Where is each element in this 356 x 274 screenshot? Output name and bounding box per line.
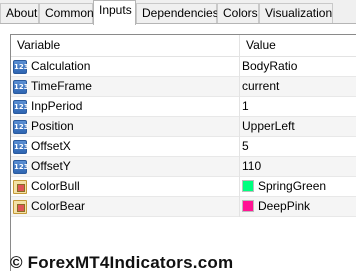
- number-type-icon: 123: [13, 80, 29, 94]
- input-name: TimeFrame: [31, 79, 92, 93]
- number-type-icon: 123: [13, 160, 29, 174]
- input-row-position[interactable]: 123 Position UpperLeft: [11, 117, 356, 137]
- input-name: ColorBull: [31, 179, 80, 193]
- input-row-timeframe[interactable]: 123 TimeFrame current: [11, 77, 356, 97]
- tab-colors[interactable]: Colors: [217, 3, 259, 23]
- input-row-colorbear[interactable]: ColorBear DeepPink: [11, 197, 356, 217]
- grid-header: Variable Value: [11, 35, 356, 57]
- cell-separator: [239, 57, 240, 77]
- cell-separator: [239, 117, 240, 137]
- column-header-variable[interactable]: Variable: [11, 35, 239, 56]
- color-value[interactable]: SpringGreen: [242, 177, 326, 196]
- number-type-icon: 123: [13, 100, 29, 114]
- input-name: Position: [31, 119, 74, 133]
- input-name: ColorBear: [31, 199, 86, 213]
- input-value[interactable]: current: [242, 77, 279, 96]
- input-row-inpperiod[interactable]: 123 InpPeriod 1: [11, 97, 356, 117]
- number-type-icon: 123: [13, 60, 29, 74]
- input-value[interactable]: UpperLeft: [242, 117, 295, 136]
- color-name: DeepPink: [258, 199, 311, 213]
- color-type-icon: [13, 200, 27, 214]
- input-name: InpPeriod: [31, 99, 83, 113]
- input-value[interactable]: BodyRatio: [242, 57, 297, 76]
- input-row-colorbull[interactable]: ColorBull SpringGreen: [11, 177, 356, 197]
- cell-separator: [239, 97, 240, 117]
- inputs-panel: Variable Value 123 Calculation BodyRatio…: [0, 24, 356, 274]
- watermark-text: © ForexMT4Indicators.com: [10, 253, 234, 272]
- cell-separator: [239, 177, 240, 197]
- cell-separator: [239, 137, 240, 157]
- number-type-icon: 123: [13, 140, 29, 154]
- tab-about[interactable]: About: [0, 3, 39, 23]
- column-header-value[interactable]: Value: [240, 35, 356, 56]
- input-row-calculation[interactable]: 123 Calculation BodyRatio: [11, 57, 356, 77]
- input-value[interactable]: 1: [242, 97, 249, 116]
- input-row-offsetx[interactable]: 123 OffsetX 5: [11, 137, 356, 157]
- cell-separator: [239, 77, 240, 97]
- input-name: Calculation: [31, 59, 91, 73]
- tab-dependencies[interactable]: Dependencies: [136, 3, 219, 23]
- inputs-grid[interactable]: Variable Value 123 Calculation BodyRatio…: [10, 34, 356, 271]
- input-value[interactable]: 5: [242, 137, 249, 156]
- color-name: SpringGreen: [258, 179, 327, 193]
- input-row-offsety[interactable]: 123 OffsetY 110: [11, 157, 356, 177]
- color-value[interactable]: DeepPink: [242, 197, 310, 216]
- tab-bar: About Common Inputs Dependencies Colors …: [0, 0, 356, 25]
- tab-common[interactable]: Common: [39, 3, 94, 23]
- input-name: OffsetX: [31, 139, 71, 153]
- tab-inputs[interactable]: Inputs: [93, 0, 136, 25]
- cell-separator: [239, 157, 240, 177]
- color-swatch[interactable]: [242, 180, 254, 192]
- tab-visualization[interactable]: Visualization: [259, 3, 333, 23]
- color-swatch[interactable]: [242, 200, 254, 212]
- input-name: OffsetY: [31, 159, 71, 173]
- input-value[interactable]: 110: [242, 157, 261, 176]
- color-type-icon: [13, 180, 27, 194]
- number-type-icon: 123: [13, 120, 29, 134]
- cell-separator: [239, 197, 240, 217]
